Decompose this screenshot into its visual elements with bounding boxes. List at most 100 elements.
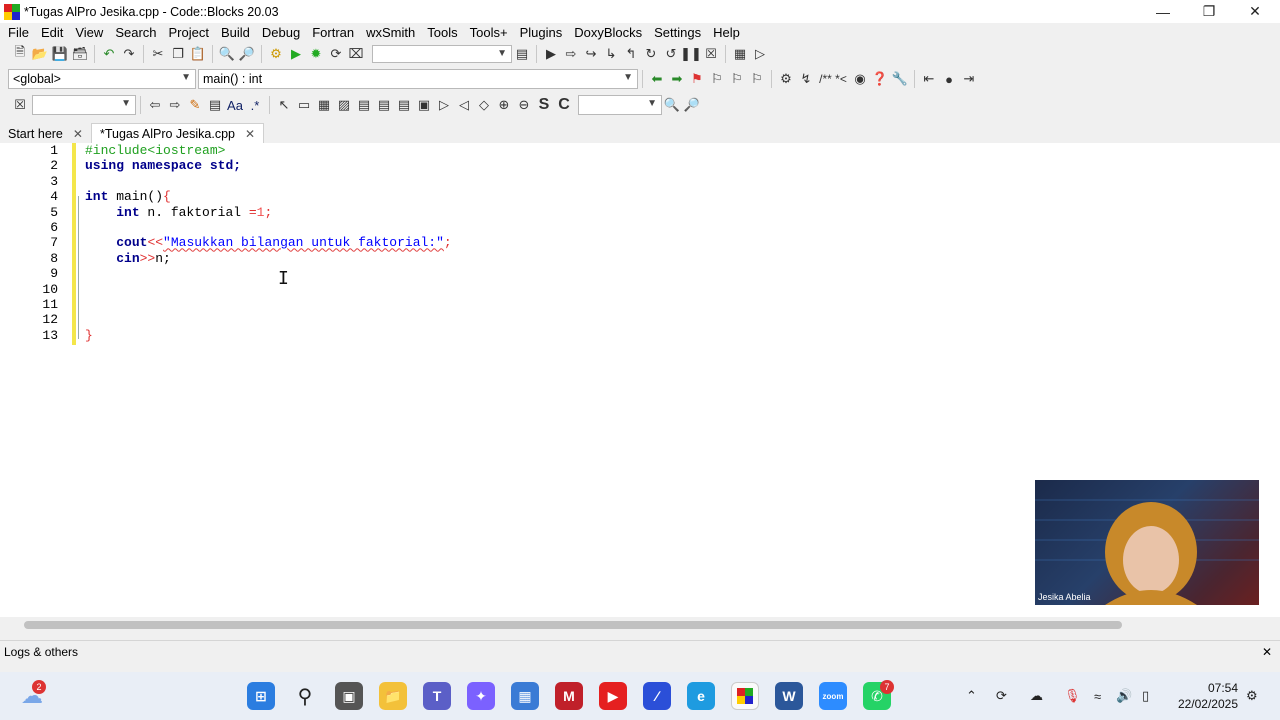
- save-icon[interactable]: 💾: [50, 44, 70, 64]
- store-icon[interactable]: ▦: [511, 682, 539, 710]
- menu-file[interactable]: File: [2, 23, 35, 43]
- build-and-run-icon[interactable]: ✹: [306, 44, 326, 64]
- doxy-help-icon[interactable]: ❓: [870, 69, 890, 89]
- tab-start-here[interactable]: Start here ✕: [0, 123, 91, 144]
- stop-debug-icon[interactable]: ☒: [701, 44, 721, 64]
- close-tab-icon[interactable]: ✕: [245, 127, 255, 141]
- menu-plugins[interactable]: Plugins: [514, 23, 569, 43]
- menu-wxsmith[interactable]: wxSmith: [360, 23, 421, 43]
- match-case-icon[interactable]: Aa: [225, 95, 245, 115]
- new-file-icon[interactable]: 🗎: [10, 44, 30, 64]
- file-explorer-icon[interactable]: 📁: [379, 682, 407, 710]
- jump-back-icon[interactable]: ⬅: [647, 69, 667, 89]
- selected-text-only-icon[interactable]: ▤: [205, 95, 225, 115]
- wifi-icon[interactable]: ≈: [1094, 672, 1101, 720]
- debug-windows-icon[interactable]: ▦: [730, 44, 750, 64]
- chevron-up-icon[interactable]: ⌃: [966, 672, 977, 720]
- toggle-bookmark-icon[interactable]: ⚑: [687, 69, 707, 89]
- scope-select[interactable]: <global> ▼: [8, 69, 196, 89]
- notification-icon[interactable]: ⚙: [1246, 672, 1258, 720]
- find-in-files-icon[interactable]: 🔍: [662, 95, 682, 115]
- menu-settings[interactable]: Settings: [648, 23, 707, 43]
- search-prev-icon[interactable]: ⇦: [145, 95, 165, 115]
- next-line-icon[interactable]: ↪: [581, 44, 601, 64]
- nassi-if-icon[interactable]: ▦: [314, 95, 334, 115]
- step-into-icon[interactable]: ↳: [601, 44, 621, 64]
- abort-icon[interactable]: ⌧: [346, 44, 366, 64]
- nassi-switch-icon[interactable]: ▨: [334, 95, 354, 115]
- nassi-return-icon[interactable]: ◇: [474, 95, 494, 115]
- debug-info-icon[interactable]: ▷: [750, 44, 770, 64]
- highlight-icon[interactable]: ✎: [185, 95, 205, 115]
- doxy-block-comment-button[interactable]: /** *<: [816, 69, 850, 89]
- nassi-select[interactable]: ▼: [578, 95, 662, 115]
- nassi-for-icon[interactable]: ▤: [394, 95, 414, 115]
- sync-icon[interactable]: ⟳: [996, 672, 1007, 720]
- select-pointer-icon[interactable]: ↖: [274, 95, 294, 115]
- pause-icon[interactable]: ❚❚: [680, 44, 702, 64]
- zoom-icon[interactable]: zoom: [819, 682, 847, 710]
- next-instruction-icon[interactable]: ↻: [641, 44, 661, 64]
- menu-fortran[interactable]: Fortran: [306, 23, 360, 43]
- minimize-icon[interactable]: —: [1140, 0, 1186, 23]
- battery-icon[interactable]: ▯: [1142, 672, 1149, 720]
- menu-debug[interactable]: Debug: [256, 23, 306, 43]
- nassi-instruction-icon[interactable]: ▭: [294, 95, 314, 115]
- close-panel-icon[interactable]: ✕: [1262, 645, 1272, 659]
- doxy-extract-icon[interactable]: ↯: [796, 69, 816, 89]
- function-select[interactable]: main() : int ▼: [198, 69, 638, 89]
- youtube-icon[interactable]: ▶: [599, 682, 627, 710]
- doxy-html-icon[interactable]: ◉: [850, 69, 870, 89]
- teams-icon[interactable]: T: [423, 682, 451, 710]
- clear-bookmarks-icon[interactable]: ⚐: [747, 69, 767, 89]
- cloud-off-icon[interactable]: ☁: [1030, 672, 1043, 720]
- search-icon[interactable]: ⚲: [291, 682, 319, 710]
- browse-forward-icon[interactable]: ⇥: [959, 69, 979, 89]
- browse-back-icon[interactable]: ⇤: [919, 69, 939, 89]
- undo-icon[interactable]: ↶: [99, 44, 119, 64]
- edge-icon[interactable]: e: [687, 682, 715, 710]
- menu-search[interactable]: Search: [109, 23, 162, 43]
- clear-search-icon[interactable]: ☒: [10, 95, 30, 115]
- task-view-icon[interactable]: ▣: [335, 682, 363, 710]
- nassi-comment-icon[interactable]: C: [554, 95, 574, 115]
- search-input[interactable]: ▼: [32, 95, 136, 115]
- nassi-dowhile-icon[interactable]: ▤: [374, 95, 394, 115]
- word-icon[interactable]: W: [775, 682, 803, 710]
- close-tab-icon[interactable]: ✕: [73, 127, 83, 141]
- scrollbar-thumb[interactable]: [24, 621, 1122, 629]
- nassi-break-icon[interactable]: ▷: [434, 95, 454, 115]
- mcafee-icon[interactable]: M: [555, 682, 583, 710]
- system-clock[interactable]: 07:54 22/02/2025: [1178, 680, 1238, 712]
- build-log-icon[interactable]: ▤: [512, 44, 532, 64]
- zoom-in-icon[interactable]: ⊕: [494, 95, 514, 115]
- menu-edit[interactable]: Edit: [35, 23, 69, 43]
- nassi-source-icon[interactable]: S: [534, 95, 554, 115]
- horizontal-scrollbar[interactable]: [0, 617, 1280, 634]
- build-gear-icon[interactable]: ⚙: [266, 44, 286, 64]
- find-icon[interactable]: 🔍: [217, 44, 237, 64]
- app-icon[interactable]: ∕: [643, 682, 671, 710]
- codeblocks-taskbar-icon[interactable]: [731, 682, 759, 710]
- start-icon[interactable]: ⊞: [247, 682, 275, 710]
- cut-icon[interactable]: ✂: [148, 44, 168, 64]
- maximize-icon[interactable]: ❐: [1186, 0, 1232, 23]
- nassi-block-icon[interactable]: ▣: [414, 95, 434, 115]
- step-instruction-icon[interactable]: ↺: [661, 44, 681, 64]
- jump-forward-icon[interactable]: ➡: [667, 69, 687, 89]
- build-target-select[interactable]: ▼: [372, 45, 512, 63]
- browse-mark-icon[interactable]: ●: [939, 69, 959, 89]
- regex-icon[interactable]: .*: [245, 95, 265, 115]
- redo-icon[interactable]: ↷: [119, 44, 139, 64]
- save-all-icon[interactable]: 🗃: [70, 44, 90, 64]
- menu-view[interactable]: View: [69, 23, 109, 43]
- menu-build[interactable]: Build: [215, 23, 256, 43]
- step-out-icon[interactable]: ↰: [621, 44, 641, 64]
- next-bookmark-icon[interactable]: ⚐: [727, 69, 747, 89]
- menu-doxyblocks[interactable]: DoxyBlocks: [568, 23, 648, 43]
- doxy-preferences-wrench-icon[interactable]: 🔧: [890, 69, 910, 89]
- microphone-icon[interactable]: 🎙: [1064, 672, 1081, 720]
- copilot-icon[interactable]: ✦: [467, 682, 495, 710]
- run-to-cursor-icon[interactable]: ⇨: [561, 44, 581, 64]
- menu-tools-plus[interactable]: Tools+: [464, 23, 514, 43]
